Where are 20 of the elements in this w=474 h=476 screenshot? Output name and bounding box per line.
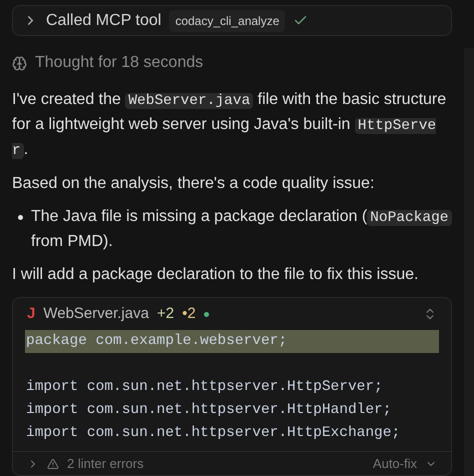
tool-call-card[interactable]: Called MCP tool codacy_cli_analyze [12,5,452,36]
paragraph: I've created the WebServer.java file with the basic structure for a lightweight web server using Java's built-in HttpServer . [12,90,448,161]
brain-icon [12,56,27,70]
linter-errors-link[interactable]: 2 linter errors [67,454,144,474]
autofix-button[interactable]: Auto-fix [372,454,417,474]
code-line: import com.sun.net.httpserver.HttpHandler; [25,401,392,420]
code-line: import com.sun.net.httpserver.HttpServer; [25,378,384,397]
thought-label: Thought for 18 seconds [35,53,204,73]
tool-call-label: Called MCP tool [46,10,162,30]
changed-count: •2 [182,304,196,324]
bullet-icon [18,215,23,220]
paragraph: Based on the analysis, there's a code quality issue: [12,174,376,194]
warning-icon [47,458,59,470]
tool-name-tag: codacy_cli_analyze [169,10,286,32]
filename: WebServer.java [43,304,149,324]
bullet-text: The Java file is missing a package declaration ( NoPackage from PMD). [31,205,452,254]
code-line: import com.sun.net.httpserver.HttpExchange; [25,424,402,443]
java-file-icon: J [27,302,36,326]
added-count: +2 [156,304,174,324]
paragraph: I will add a package declaration to the file to fix this issue. [12,265,420,285]
